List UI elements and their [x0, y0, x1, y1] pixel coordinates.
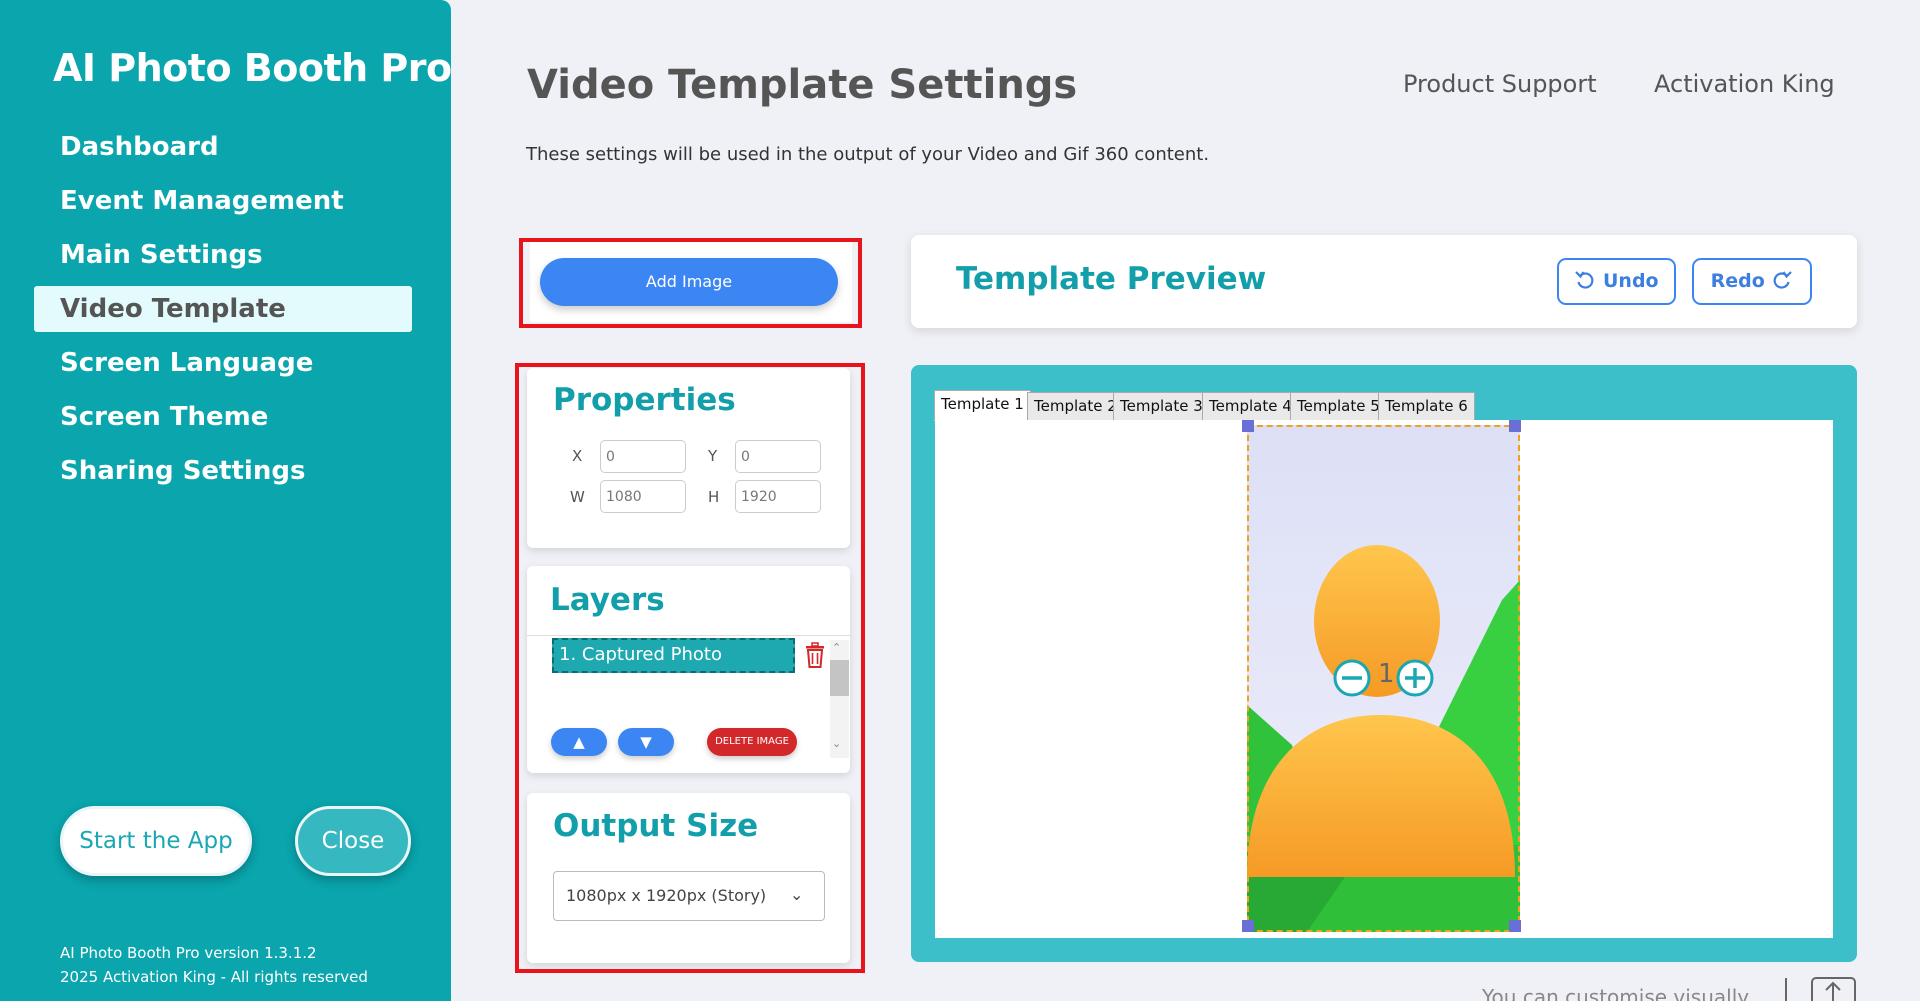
nav-item-main-settings[interactable]: Main Settings — [34, 232, 412, 278]
upload-arrow-icon — [1825, 981, 1841, 1001]
start-app-button[interactable]: Start the App — [60, 806, 252, 876]
close-button[interactable]: Close — [295, 806, 411, 876]
nav-item-sharing-settings[interactable]: Sharing Settings — [34, 448, 412, 494]
resize-handle-bottom-left[interactable] — [1242, 920, 1254, 932]
zoom-out-icon[interactable] — [1333, 659, 1371, 697]
nav-item-dashboard[interactable]: Dashboard — [34, 124, 412, 170]
hint-divider — [1785, 978, 1787, 1001]
zoom-value: 1 — [1378, 659, 1395, 689]
undo-icon — [1575, 271, 1594, 289]
redo-icon — [1773, 271, 1793, 289]
nav-item-screen-language[interactable]: Screen Language — [34, 340, 412, 386]
nav-item-screen-theme[interactable]: Screen Theme — [34, 394, 412, 440]
zoom-in-icon[interactable] — [1396, 659, 1434, 697]
redo-label: Redo — [1710, 270, 1765, 292]
resize-handle-bottom-right[interactable] — [1509, 920, 1521, 932]
nav-item-event-management[interactable]: Event Management — [34, 178, 412, 224]
undo-label: Undo — [1603, 270, 1659, 292]
tab-template-4[interactable]: Template 4 — [1202, 392, 1299, 421]
tab-template-5[interactable]: Template 5 — [1290, 392, 1387, 421]
highlight-add-image — [519, 238, 862, 328]
tab-template-1[interactable]: Template 1 — [934, 390, 1031, 421]
expand-icon[interactable] — [1811, 977, 1856, 1001]
tab-template-2[interactable]: Template 2 — [1027, 392, 1124, 421]
product-support-link[interactable]: Product Support — [1403, 70, 1597, 98]
copyright-text: 2025 Activation King - All rights reserv… — [60, 968, 368, 986]
resize-handle-top-left[interactable] — [1242, 420, 1254, 432]
sidebar: AI Photo Booth Pro Dashboard Event Manag… — [0, 0, 452, 1001]
page-title: Video Template Settings — [527, 62, 1078, 108]
page-subtitle: These settings will be used in the outpu… — [526, 144, 1210, 165]
redo-button[interactable]: Redo — [1692, 258, 1812, 305]
version-text: AI Photo Booth Pro version 1.3.1.2 — [60, 944, 317, 962]
activation-king-link[interactable]: Activation King — [1654, 70, 1835, 98]
customise-hint: You can customise visually — [1482, 985, 1750, 1001]
tab-template-6[interactable]: Template 6 — [1378, 392, 1475, 421]
preview-title: Template Preview — [956, 261, 1267, 297]
resize-handle-top-right[interactable] — [1509, 420, 1521, 432]
undo-button[interactable]: Undo — [1557, 258, 1676, 305]
tab-template-3[interactable]: Template 3 — [1113, 392, 1210, 421]
highlight-settings-panel — [515, 363, 865, 973]
nav-item-video-template[interactable]: Video Template — [34, 286, 412, 332]
app-title: AI Photo Booth Pro — [53, 46, 452, 90]
